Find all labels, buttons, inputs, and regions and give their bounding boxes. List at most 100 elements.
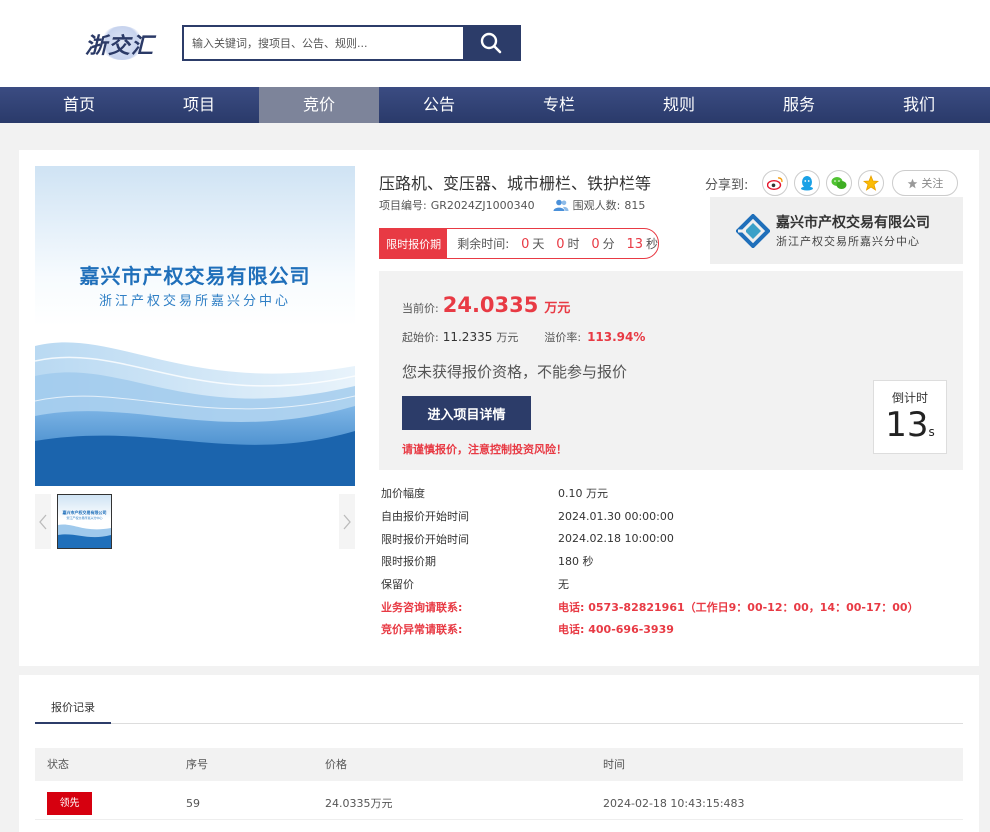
- viewers-label: 围观人数:: [572, 199, 621, 212]
- project-title: 压路机、变压器、城市栅栏、铁护栏等: [379, 174, 652, 193]
- nav-projects[interactable]: 项目: [139, 87, 259, 123]
- site-logo[interactable]: 浙交汇: [82, 22, 162, 64]
- share-label: 分享到:: [705, 177, 749, 193]
- seconds-unit: 秒: [645, 237, 658, 251]
- nav-rules[interactable]: 规则: [619, 87, 739, 123]
- banner-line1: 嘉兴市产权交易有限公司: [79, 264, 311, 288]
- thumbnail-line2: 浙江产权交易所嘉兴分中心: [66, 516, 103, 520]
- organization-logo: 嘉兴市产权交易有限公司 浙江产权交易所嘉兴分中心: [710, 197, 963, 264]
- detail-key: 保留价: [381, 578, 414, 592]
- thumb-next-button[interactable]: [339, 494, 355, 549]
- qq-icon: [801, 176, 814, 191]
- qzone-share-button[interactable]: [858, 170, 885, 196]
- remaining-minutes: 0: [591, 237, 600, 252]
- qq-share-button[interactable]: [794, 170, 821, 196]
- remaining-days: 0: [521, 237, 530, 252]
- detail-row: 限时报价开始时间 2024.02.18 10:00:00: [381, 527, 961, 550]
- detail-value: 180 秒: [558, 555, 594, 569]
- main-nav: 首页 项目 竞价 公告 专栏 规则 服务 我们: [0, 87, 990, 123]
- organization-emblem-icon: [736, 214, 770, 248]
- current-price: 当前价: 24.0335 万元: [402, 293, 570, 317]
- records-tabs: 报价记录: [35, 691, 963, 724]
- detail-value: 无: [558, 578, 569, 592]
- follow-label: 关注: [921, 177, 944, 190]
- minutes-unit: 分: [602, 237, 615, 251]
- row-price: 24.0335万元: [325, 797, 393, 810]
- search-button[interactable]: [463, 27, 519, 59]
- detail-key: 限时报价期: [381, 555, 436, 569]
- thumbnail-image[interactable]: 嘉兴市产权交易有限公司 浙江产权交易所嘉兴分中心: [57, 494, 112, 549]
- wave-graphic: [35, 342, 355, 486]
- table-row: 领先 59 24.0335万元 2024-02-18 10:43:15:483: [35, 787, 963, 820]
- column-seq: 序号: [186, 758, 208, 771]
- logo-text: 浙交汇: [85, 34, 155, 59]
- detail-row-exception-contact: 竞价异常请联系: 电话: 400-696-3939: [381, 618, 961, 641]
- start-price-value: 11.2335: [442, 330, 493, 344]
- detail-value: 0.10 万元: [558, 487, 608, 501]
- enter-project-details-button[interactable]: 进入项目详情: [402, 396, 531, 430]
- detail-key: 加价幅度: [381, 487, 425, 501]
- weibo-icon: [767, 177, 783, 190]
- detail-value: 2024.01.30 00:00:00: [558, 509, 674, 523]
- wechat-icon: [831, 177, 847, 189]
- current-price-label: 当前价:: [402, 302, 439, 315]
- users-icon: [553, 199, 569, 211]
- bid-details: 加价幅度 0.10 万元 自由报价开始时间 2024.01.30 00:00:00 …: [381, 482, 961, 641]
- premium-label: 溢价率:: [544, 331, 582, 344]
- weibo-share-button[interactable]: [762, 170, 789, 196]
- detail-key: 限时报价开始时间: [381, 532, 469, 546]
- detail-row: 加价幅度 0.10 万元: [381, 482, 961, 505]
- detail-value: 2024.02.18 10:00:00: [558, 532, 674, 546]
- project-code-label: 项目编号:: [379, 199, 427, 212]
- star-icon: [908, 178, 918, 188]
- column-status: 状态: [47, 758, 69, 771]
- nav-about[interactable]: 我们: [859, 87, 979, 123]
- nav-services[interactable]: 服务: [739, 87, 859, 123]
- nav-home[interactable]: 首页: [0, 87, 139, 123]
- nav-announcements[interactable]: 公告: [379, 87, 499, 123]
- search-bar: [182, 25, 521, 61]
- current-price-value: 24.0335: [442, 293, 539, 317]
- detail-key: 业务咨询请联系:: [381, 600, 463, 614]
- thumb-prev-button[interactable]: [35, 494, 51, 549]
- no-qualification-message: 您未获得报价资格，不能参与报价: [402, 363, 628, 381]
- countdown-unit: s: [928, 425, 935, 439]
- thumbnail-wave: [58, 524, 111, 548]
- column-price: 价格: [325, 758, 347, 771]
- nav-bidding[interactable]: 竞价: [259, 87, 379, 123]
- project-meta: 项目编号: GR2024ZJ1000340 围观人数: 815: [379, 197, 645, 213]
- current-price-unit: 万元: [544, 301, 571, 316]
- row-time: 2024-02-18 10:43:15:483: [603, 797, 745, 810]
- premium-value: 113.94%: [587, 330, 646, 344]
- qzone-icon: [863, 175, 880, 191]
- chevron-left-icon: [39, 514, 47, 529]
- start-price-row: 起始价: 11.2335 万元 溢价率: 113.94%: [402, 329, 645, 345]
- countdown-value: 13s: [874, 406, 946, 451]
- chevron-right-icon: [343, 514, 351, 529]
- countdown-label: 倒计时: [891, 391, 928, 405]
- project-code: GR2024ZJ1000340: [430, 198, 535, 212]
- search-input[interactable]: [184, 27, 463, 59]
- start-price-label: 起始价:: [402, 331, 439, 344]
- banner-line2: 浙江产权交易所嘉兴分中心: [98, 294, 291, 309]
- share-bar: 分享到: 关注: [705, 170, 959, 196]
- records-table-header: 状态 序号 价格 时间: [35, 748, 963, 781]
- remaining-label: 剩余时间:: [457, 237, 510, 251]
- countdown-box: 倒计时 13s: [873, 380, 947, 454]
- row-seq: 59: [186, 797, 200, 810]
- wechat-share-button[interactable]: [826, 170, 853, 196]
- tab-bid-records[interactable]: 报价记录: [35, 691, 111, 724]
- follow-button[interactable]: 关注: [892, 170, 959, 196]
- risk-warning: 请谨慎报价，注意控制投资风险！: [402, 443, 567, 456]
- detail-key: 竞价异常请联系:: [381, 623, 463, 637]
- time-limit-tag: 限时报价期: [380, 229, 448, 258]
- search-icon: [480, 32, 502, 54]
- status-badge: 领先: [47, 792, 92, 815]
- viewers-count: 815: [624, 198, 646, 212]
- detail-key: 自由报价开始时间: [381, 510, 469, 524]
- nav-columns[interactable]: 专栏: [499, 87, 619, 123]
- remaining-hours: 0: [556, 237, 565, 252]
- thumbnail-strip: 嘉兴市产权交易有限公司 浙江产权交易所嘉兴分中心: [35, 494, 355, 549]
- bid-records-card: 报价记录 状态 序号 价格 时间 领先 59 24.0335万元 2024-02…: [19, 675, 979, 832]
- remaining-seconds: 13: [626, 237, 643, 252]
